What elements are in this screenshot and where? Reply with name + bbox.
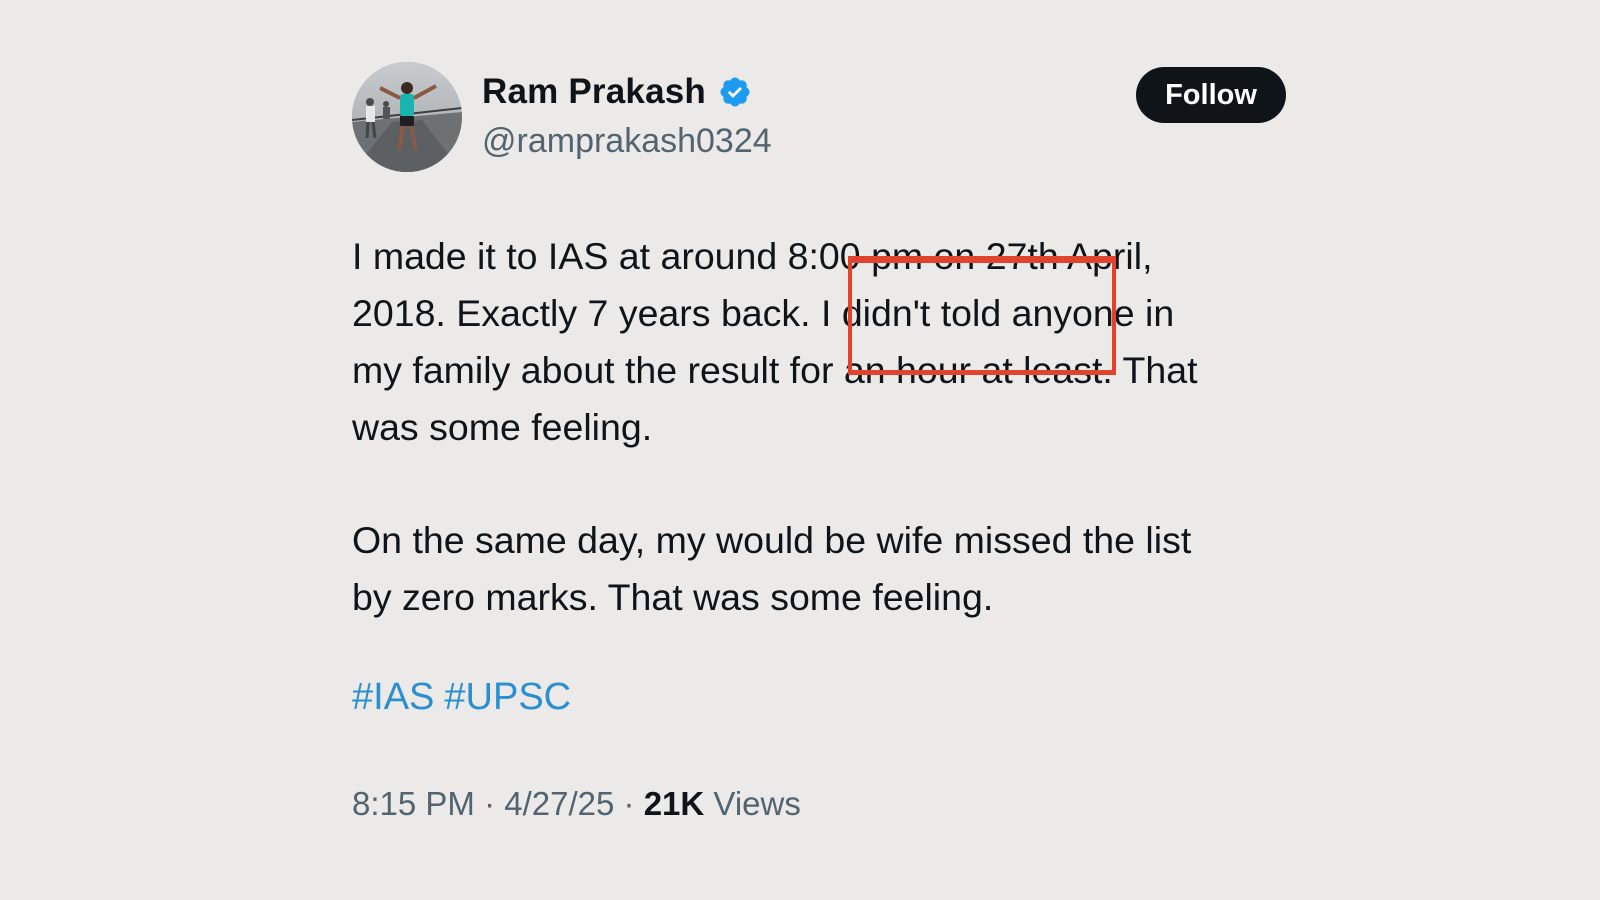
tweet-header: Ram Prakash @ramprakash0324 Follow [352,62,1312,174]
tweet-paragraph-1: I made it to IAS at around 8:00 pm on 27… [352,228,1312,618]
follow-button[interactable]: Follow [1136,67,1286,123]
author-display-name[interactable]: Ram Prakash [482,72,706,112]
meta-separator: · [484,785,496,822]
hashtag-link[interactable]: #IAS [352,676,434,718]
tweet-text-line: by zero marks. That was some feeling. [352,576,994,618]
tweet-text-line: was some feeling. [352,406,653,448]
author-handle[interactable]: @ramprakash0324 [482,122,772,161]
tweet-text-line: 2018. Exactly 7 years back. I didn't tol… [352,292,1175,334]
tweet-text-line: I made it to IAS at around 8:00 pm on 27… [352,235,1153,277]
hashtags: #IAS #UPSC [352,676,581,719]
tweet-paragraph-2: On the same day, my would be wife missed… [352,512,1312,626]
avatar[interactable] [352,62,462,172]
tweet-time[interactable]: 8:15 PM [352,785,475,822]
tweet-text-line: On the same day, my would be wife missed… [352,519,1192,561]
tweet-text-line: my family about the result for an hour a… [352,349,1198,391]
meta-separator: · [623,785,635,822]
verified-badge-icon[interactable] [718,75,752,109]
name-row: Ram Prakash [482,72,752,112]
tweet-meta: 8:15 PM · 4/27/25 · 21K Views [352,785,801,823]
views-count: 21K [643,785,705,822]
tweet-screenshot: Ram Prakash @ramprakash0324 Follow I mad… [0,0,1600,900]
tweet-date[interactable]: 4/27/25 [504,785,614,822]
views-label: Views [713,785,801,822]
tweet-card: Ram Prakash @ramprakash0324 Follow I mad… [352,62,1312,822]
avatar-photo [352,62,462,172]
hashtag-link[interactable]: #UPSC [444,676,571,718]
